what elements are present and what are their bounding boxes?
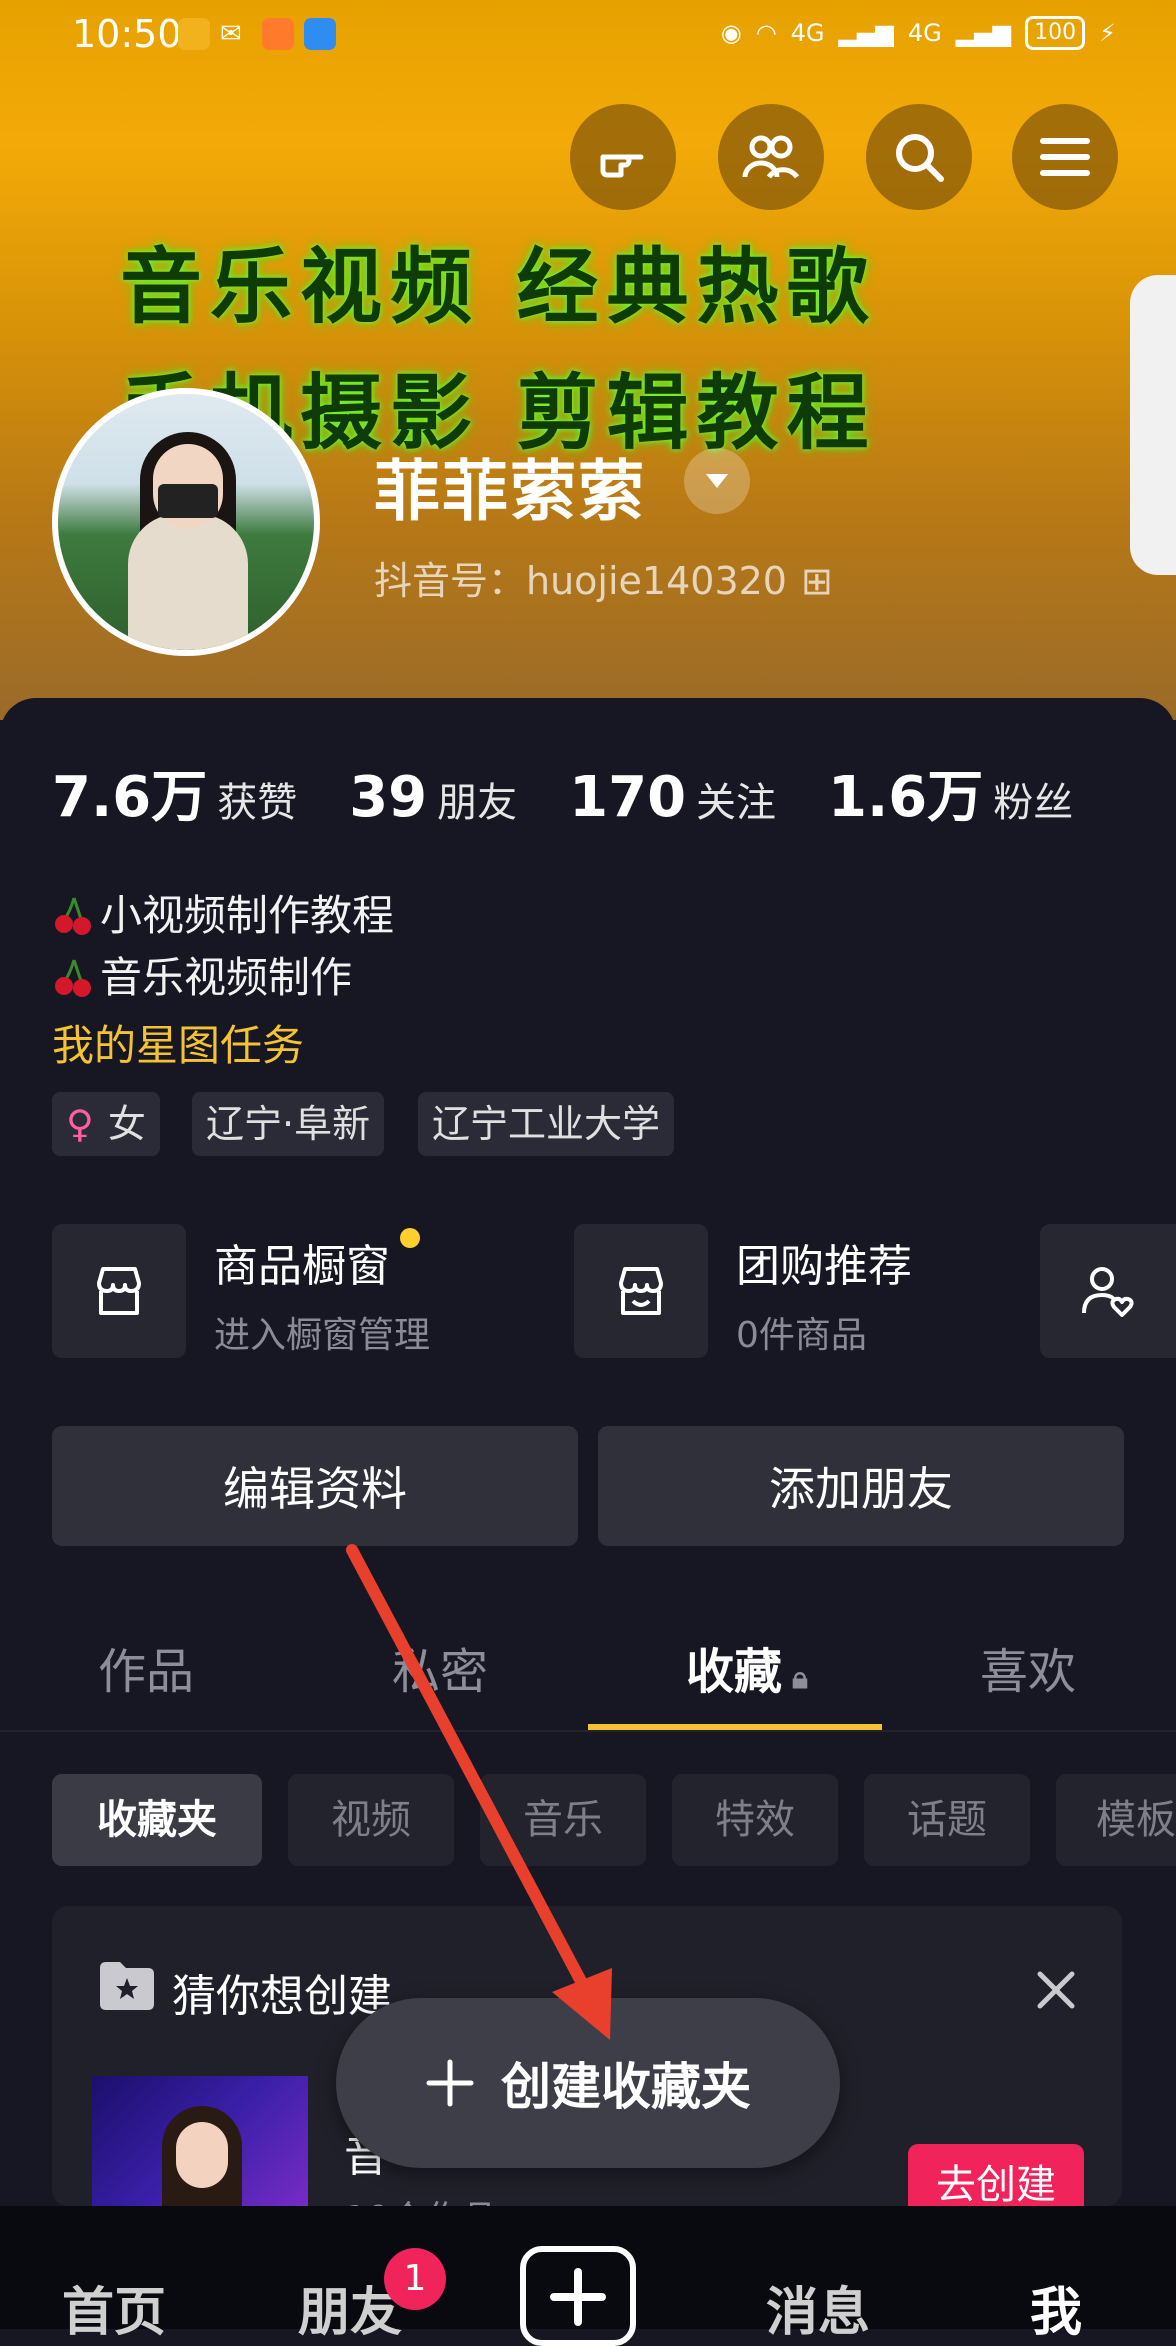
star-task-link[interactable]: 我的星图任务: [52, 1012, 304, 1073]
chevron-down-icon: [706, 474, 728, 488]
account-switch-button[interactable]: [684, 448, 750, 514]
profile-stats: 7.6万 获赞 39 朋友 170 关注 1.6万 粉丝: [52, 752, 1125, 833]
shop-window-button[interactable]: [52, 1224, 186, 1358]
add-friend-button[interactable]: 添加朋友: [598, 1426, 1124, 1546]
signal-label-1: 4G: [790, 19, 825, 47]
signal-icon: ▂▄▆: [838, 19, 894, 47]
search-button[interactable]: [866, 104, 972, 210]
status-time: 10:50: [72, 12, 182, 56]
charging-icon: ⚡: [1099, 19, 1116, 47]
folder-star-icon: [100, 1962, 154, 2010]
nav-home[interactable]: 首页: [62, 2270, 166, 2345]
nav-messages[interactable]: 消息: [766, 2270, 870, 2345]
qrcode-icon: ⊞: [800, 559, 833, 603]
edit-profile-button[interactable]: 编辑资料: [52, 1426, 578, 1546]
weather-app-icon: [304, 18, 336, 50]
menu-button[interactable]: [1012, 104, 1118, 210]
shop-bag-icon: [619, 1267, 663, 1315]
bio-line-1: 小视频制作教程: [52, 882, 394, 943]
douyin-id[interactable]: 抖音号：huojie140320 ⊞: [374, 550, 833, 605]
video-app-icon: [262, 18, 294, 50]
battery-indicator: 100: [1025, 16, 1086, 50]
wifi-icon: ◠: [755, 19, 777, 47]
nav-me[interactable]: 我: [1030, 2270, 1082, 2345]
side-drawer-handle[interactable]: [1130, 275, 1176, 575]
lock-icon: 🔒︎: [792, 1661, 808, 1696]
friends-button[interactable]: [718, 104, 824, 210]
friends-badge: 1: [384, 2248, 446, 2310]
people-icon: [742, 135, 800, 179]
status-indicators: ◉ ◠ 4G ▂▄▆ 4G ▂▄▆ 100 ⚡: [721, 16, 1116, 50]
bio-line-2: 音乐视频制作: [52, 944, 352, 1005]
hamburger-menu-icon: [1040, 138, 1090, 176]
chip-folders[interactable]: 收藏夹: [52, 1774, 262, 1866]
signal-icon-2: ▂▄▆: [955, 19, 1012, 47]
avatar[interactable]: [52, 388, 320, 656]
close-icon[interactable]: [1036, 1970, 1076, 2010]
gender-tag: ♀ 女: [52, 1092, 160, 1156]
stat-friends[interactable]: 39 朋友: [349, 765, 517, 830]
suggest-thumbnail[interactable]: [92, 2076, 308, 2216]
profile-name: 菲菲萦萦: [374, 453, 646, 530]
annotation-arrow: [346, 1544, 612, 2040]
stat-following[interactable]: 170 关注: [569, 765, 776, 830]
location-tag: 辽宁·阜新: [192, 1092, 385, 1156]
douyin-id-text: 抖音号：huojie140320: [374, 559, 787, 603]
shop-window-sub: 进入橱窗管理: [214, 1315, 431, 1356]
school-tag: 辽宁工业大学: [418, 1092, 675, 1156]
group-buy-button[interactable]: [574, 1224, 708, 1358]
cherry-icon: [55, 897, 91, 935]
stat-likes[interactable]: 7.6万 获赞: [52, 752, 297, 833]
plus-icon: [550, 2268, 606, 2326]
tab-active-indicator: [588, 1724, 882, 1730]
plus-icon: [426, 2059, 474, 2107]
fans-button[interactable]: [1040, 1224, 1176, 1358]
stat-followers[interactable]: 1.6万 粉丝: [828, 752, 1073, 833]
pointing-hand-icon: [600, 154, 644, 178]
banner-line-1: 音乐视频 经典热歌: [120, 240, 877, 335]
search-icon: [896, 134, 944, 182]
tab-likes[interactable]: 喜欢: [980, 1632, 1076, 1702]
shop-window-title[interactable]: 商品橱窗: [214, 1230, 390, 1294]
tab-works[interactable]: 作品: [98, 1632, 194, 1702]
new-dot: [400, 1228, 420, 1248]
cherry-icon: [55, 959, 91, 997]
signal-label-2: 4G: [907, 19, 942, 47]
status-app-icons: ✉: [178, 18, 336, 50]
chip-topics[interactable]: 话题: [864, 1774, 1030, 1866]
chip-templates[interactable]: 模板: [1056, 1774, 1176, 1866]
tab-favorites[interactable]: 收藏 🔒︎: [686, 1632, 808, 1702]
group-buy-title[interactable]: 团购推荐: [736, 1230, 912, 1294]
reader-app-icon: [178, 18, 210, 50]
create-post-button[interactable]: [520, 2246, 636, 2346]
gesture-button[interactable]: [570, 104, 676, 210]
storefront-icon: [97, 1267, 141, 1315]
status-bar: 10:50 ✉ ◉ ◠ 4G ▂▄▆ 4G ▂▄▆ 100 ⚡: [0, 0, 1176, 70]
eye-icon: ◉: [720, 19, 742, 47]
user-heart-icon: [1082, 1267, 1134, 1317]
female-icon: ♀: [66, 1102, 94, 1146]
group-buy-sub: 0件商品: [736, 1315, 867, 1356]
wechat-icon: ✉: [220, 19, 242, 49]
chip-effects[interactable]: 特效: [672, 1774, 838, 1866]
